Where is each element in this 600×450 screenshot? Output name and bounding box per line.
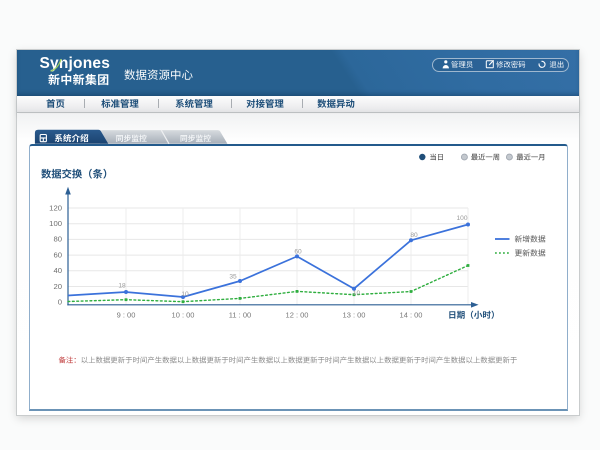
svg-text:0: 0: [58, 298, 62, 307]
svg-text:13 : 00: 13 : 00: [343, 310, 366, 319]
svg-text:80: 80: [410, 232, 418, 239]
svg-text:11 : 00: 11 : 00: [229, 310, 251, 319]
svg-text:9 : 00: 9 : 00: [117, 310, 136, 319]
svg-text:10 : 00: 10 : 00: [172, 310, 195, 319]
svg-text:80: 80: [53, 235, 62, 244]
svg-text:Synjones: Synjones: [40, 55, 111, 72]
svg-text:100: 100: [456, 215, 467, 222]
svg-text:20: 20: [53, 282, 62, 291]
svg-text:60: 60: [53, 251, 62, 260]
svg-text:10: 10: [353, 290, 361, 297]
svg-text:10: 10: [181, 291, 189, 298]
svg-text:18: 18: [118, 282, 126, 289]
svg-text:100: 100: [49, 219, 62, 228]
svg-text:60: 60: [294, 249, 302, 256]
svg-text:120: 120: [49, 204, 62, 213]
svg-text:14 : 00: 14 : 00: [400, 310, 423, 319]
svg-text:35: 35: [229, 274, 237, 281]
svg-text:40: 40: [53, 266, 62, 275]
svg-text:12 : 00: 12 : 00: [286, 310, 309, 319]
